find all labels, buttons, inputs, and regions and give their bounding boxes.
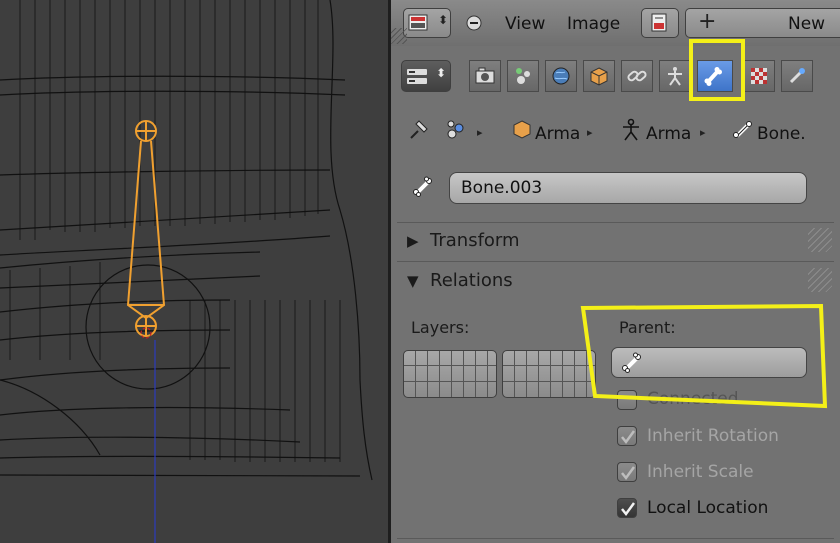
bone-constraint-icon	[789, 68, 805, 84]
editor-type-button[interactable]: ⬍	[403, 8, 451, 38]
tab-material[interactable]	[743, 60, 775, 92]
image-browse-icon	[651, 13, 667, 32]
breadcrumb: ▸ Arma ▸ Arma ▸ Bone.	[391, 106, 840, 150]
inherit-rotation-checkbox[interactable]	[617, 426, 637, 446]
tab-render[interactable]	[469, 60, 501, 92]
properties-tabs: ⬍	[391, 46, 840, 104]
updown-arrows-icon: ⬍	[436, 66, 447, 80]
updown-arrows-icon: ⬍	[438, 13, 449, 27]
bone-name-value: Bone.003	[461, 178, 543, 198]
relations-panel-header[interactable]: ▼ Relations	[391, 262, 840, 300]
highlight-parent-field	[580, 303, 828, 409]
panel-drag-grip[interactable]	[808, 268, 832, 292]
bone-name-field[interactable]: Bone.003	[449, 172, 807, 204]
expanded-triangle-icon: ▼	[407, 272, 419, 290]
checkmark-icon	[621, 502, 636, 517]
tab-armature-data[interactable]	[659, 60, 691, 92]
breadcrumb-armature: Arma	[646, 124, 692, 144]
scene-icon	[516, 68, 530, 84]
object-icon	[513, 120, 531, 139]
pin-icon[interactable]	[407, 118, 431, 142]
properties-editor: ⬍ View Image + New ⬍ ▸ Arma ▸ Arma ▸ Bon…	[391, 0, 840, 543]
menu-view[interactable]: View	[505, 14, 545, 34]
breadcrumb-arrow-icon: ▸	[700, 126, 706, 139]
new-label: New	[788, 14, 826, 34]
local-location-label: Local Location	[647, 498, 769, 518]
tab-constraints[interactable]	[621, 60, 653, 92]
render-icon	[475, 67, 495, 84]
bone-icon	[413, 176, 432, 197]
inherit-rotation-label: Inherit Rotation	[647, 426, 779, 446]
browse-image-button[interactable]	[641, 8, 679, 38]
bone-layers-grid[interactable]	[403, 350, 497, 398]
editor-type-button[interactable]: ⬍	[401, 60, 451, 92]
material-icon	[751, 68, 767, 84]
relations-panel-title: Relations	[430, 270, 513, 291]
layers-label: Layers:	[411, 318, 470, 337]
local-location-checkbox[interactable]	[617, 498, 637, 518]
inherit-scale-checkbox[interactable]	[617, 462, 637, 482]
panel-drag-grip[interactable]	[808, 228, 832, 252]
object-icon	[590, 67, 608, 86]
properties-editor-icon	[407, 69, 427, 84]
new-image-button[interactable]: + New	[685, 8, 840, 38]
inherit-scale-label: Inherit Scale	[647, 462, 754, 482]
checkmark-icon	[621, 466, 636, 481]
tab-object[interactable]	[583, 60, 615, 92]
tab-bone-constraints[interactable]	[781, 60, 813, 92]
tab-scene[interactable]	[507, 60, 539, 92]
transform-panel-header[interactable]: ▶ Transform	[391, 222, 840, 260]
breadcrumb-object: Arma	[535, 124, 581, 144]
image-editor-icon	[408, 14, 428, 31]
collapsed-triangle-icon: ▶	[407, 232, 419, 250]
collapse-menu-icon[interactable]	[465, 14, 483, 32]
transform-panel-title: Transform	[430, 230, 520, 251]
breadcrumb-arrow-icon: ▸	[477, 126, 483, 139]
checkmark-icon	[621, 430, 636, 445]
image-editor-header: ⬍ View Image + New	[391, 0, 840, 47]
world-icon	[552, 67, 570, 85]
bone-icon	[733, 121, 752, 138]
menu-image[interactable]: Image	[567, 14, 620, 34]
plus-icon: +	[698, 9, 717, 34]
breadcrumb-bone: Bone.	[757, 124, 806, 144]
3d-viewport[interactable]	[0, 0, 388, 543]
breadcrumb-arrow-icon: ▸	[587, 126, 593, 139]
constraints-icon	[627, 70, 647, 82]
divider	[397, 538, 834, 539]
wireframe-mesh	[0, 0, 388, 543]
tab-world[interactable]	[545, 60, 577, 92]
scene-icon	[447, 120, 464, 139]
area-corner-grip[interactable]	[391, 28, 407, 44]
highlight-bone-tab	[689, 39, 745, 101]
armature-data-icon	[668, 67, 682, 86]
armature-icon	[623, 118, 639, 141]
